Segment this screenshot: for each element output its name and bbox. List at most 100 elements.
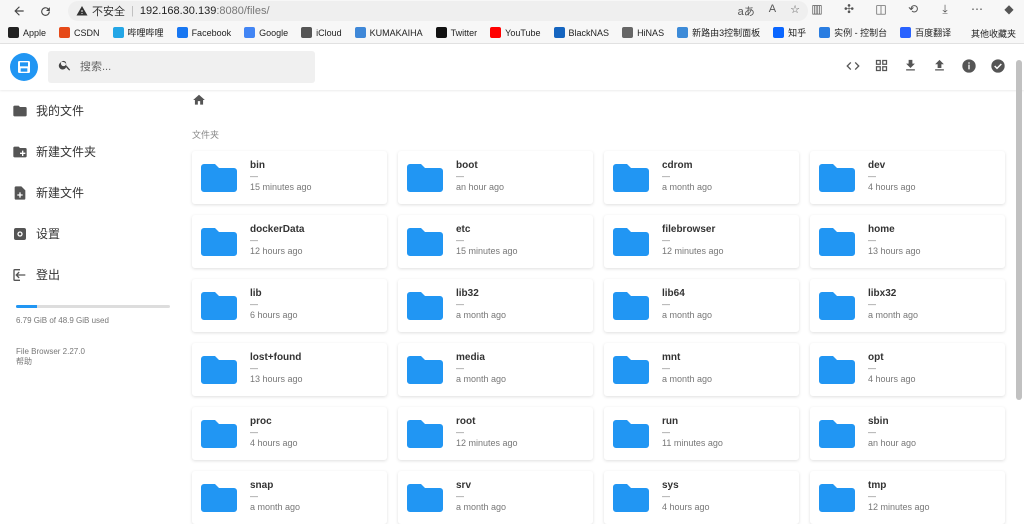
folder-card[interactable]: srv — a month ago xyxy=(398,471,593,524)
bookmark-item[interactable]: BlackNAS xyxy=(553,27,609,38)
refresh-icon[interactable] xyxy=(32,1,58,21)
bookmark-item[interactable]: KUMAKAIHA xyxy=(354,27,423,38)
bookmark-item[interactable]: Google xyxy=(244,27,288,38)
folder-card[interactable]: dev —4 hours ago xyxy=(810,151,1005,204)
folder-card[interactable]: sys —4 hours ago xyxy=(604,471,799,524)
search-box[interactable] xyxy=(48,51,315,83)
breadcrumb xyxy=(192,90,1008,114)
folder-icon xyxy=(819,418,855,448)
folder-size: — xyxy=(456,172,464,181)
downloads-icon[interactable]: ⤓ xyxy=(936,2,954,17)
bookmark-item[interactable]: Facebook xyxy=(176,27,231,38)
scrollbar-thumb[interactable] xyxy=(1016,60,1022,400)
folder-size: — xyxy=(662,236,670,245)
folder-card[interactable]: dockerData —12 hours ago xyxy=(192,215,387,268)
code-view-icon[interactable] xyxy=(844,57,861,74)
sidebar-item-new-folder[interactable]: 新建文件夹 xyxy=(0,131,182,172)
info-icon[interactable] xyxy=(960,57,977,74)
sidebar-item-settings[interactable]: 设置 xyxy=(0,213,182,254)
sidebar-item-logout[interactable]: 登出 xyxy=(0,254,182,295)
folder-card[interactable]: bin —15 minutes ago xyxy=(192,151,387,204)
folder-icon xyxy=(613,418,649,448)
download-icon[interactable] xyxy=(902,57,919,74)
folder-size: — xyxy=(868,364,876,373)
bookmark-item[interactable]: 新路由3控制面板 xyxy=(677,26,760,39)
folder-card[interactable]: opt —4 hours ago xyxy=(810,343,1005,396)
bookmark-item[interactable]: Twitter xyxy=(435,27,477,38)
folder-card[interactable]: cdrom — a month ago xyxy=(604,151,799,204)
folder-card[interactable]: snap — a month ago xyxy=(192,471,387,524)
folder-modified: 11 minutes ago xyxy=(662,438,723,448)
sidebar-item-label: 新建文件 xyxy=(36,186,85,200)
folder-card[interactable]: lib32— a month ago xyxy=(398,279,593,332)
folder-card[interactable]: root —12 minutes ago xyxy=(398,407,593,460)
bookmark-item[interactable]: HiNAS xyxy=(622,27,664,38)
settings-icon xyxy=(12,226,28,242)
folder-card[interactable]: proc —4 hours ago xyxy=(192,407,387,460)
folder-card[interactable]: media — a month ago xyxy=(398,343,593,396)
upload-icon[interactable] xyxy=(931,57,948,74)
folder-card[interactable]: lib —6 hours ago xyxy=(192,279,387,332)
favorite-star-icon[interactable]: ☆ xyxy=(790,3,800,19)
folder-icon xyxy=(12,103,28,119)
history-icon[interactable]: ⟲ xyxy=(904,2,922,17)
folder-card[interactable]: sbin — an hour ago xyxy=(810,407,1005,460)
search-input[interactable] xyxy=(80,61,280,73)
folder-card[interactable]: boot — an hour ago xyxy=(398,151,593,204)
select-all-icon[interactable] xyxy=(989,57,1006,74)
google-icon xyxy=(244,27,256,38)
folder-card[interactable]: filebrowser —12 minutes ago xyxy=(604,215,799,268)
folder-name: sys xyxy=(662,480,679,491)
folder-size: — xyxy=(250,300,258,309)
folder-card[interactable]: lib64— a month ago xyxy=(604,279,799,332)
grid-view-icon[interactable] xyxy=(873,57,890,74)
split-screen-icon[interactable]: ▥ xyxy=(808,2,826,17)
folder-name: lib xyxy=(250,288,262,299)
folder-card[interactable]: tmp —12 minutes ago xyxy=(810,471,1005,524)
bookmark-item[interactable]: CSDN xyxy=(59,27,100,38)
folder-card[interactable]: lost+found —13 hours ago xyxy=(192,343,387,396)
more-options-icon[interactable]: ⋯ xyxy=(968,2,986,17)
bookmark-item[interactable]: iCloud xyxy=(301,27,342,38)
address-bar[interactable]: 不安全 | 192.168.30.139:8080/files/ aあ A ☆ xyxy=(68,1,808,21)
text-size-icon[interactable]: A xyxy=(769,3,776,19)
sidebar-toggle-icon[interactable]: ◫ xyxy=(872,2,890,17)
folder-card[interactable]: home —13 hours ago xyxy=(810,215,1005,268)
file-browser-logo-icon[interactable] xyxy=(10,53,38,81)
home-icon[interactable] xyxy=(192,93,206,112)
new-folder-icon xyxy=(12,144,28,160)
youtube-icon xyxy=(490,27,502,38)
folder-size: — xyxy=(456,492,464,501)
folder-card[interactable]: run —11 minutes ago xyxy=(604,407,799,460)
bookmark-item[interactable]: 知乎 xyxy=(773,26,806,39)
bookmark-item[interactable]: 哔哩哔哩 xyxy=(112,26,164,39)
bookmark-label: KUMAKAIHA xyxy=(369,27,423,38)
sidebar-item-my-files[interactable]: 我的文件 xyxy=(0,90,182,131)
folder-card[interactable]: libx32— a month ago xyxy=(810,279,1005,332)
version-label: File Browser 2.27.0 xyxy=(16,347,85,356)
folder-icon xyxy=(201,418,237,448)
folder-card[interactable]: etc —15 minutes ago xyxy=(398,215,593,268)
bookmark-item[interactable]: YouTube xyxy=(490,27,541,38)
help-link[interactable]: 帮助 xyxy=(16,357,85,367)
bookmark-item[interactable]: 实例 - 控制台 xyxy=(819,26,887,39)
folder-card[interactable]: mnt — a month ago xyxy=(604,343,799,396)
warning-icon xyxy=(76,5,88,17)
sidebar-item-new-file[interactable]: 新建文件 xyxy=(0,172,182,213)
twitter-icon xyxy=(435,27,447,38)
storage-bar xyxy=(16,305,170,308)
extensions-icon[interactable]: ✣ xyxy=(840,2,858,17)
bookmark-item[interactable]: 百度翻译 xyxy=(900,26,951,39)
folder-icon xyxy=(407,354,443,384)
folder-modified: 15 minutes ago xyxy=(456,246,518,256)
read-aloud-icon[interactable]: aあ xyxy=(738,3,755,19)
back-icon[interactable] xyxy=(6,1,32,21)
copilot-icon[interactable]: ◆ xyxy=(1000,2,1018,17)
other-bookmarks-label: 其他收藏夹 xyxy=(970,29,1016,39)
folder-size: — xyxy=(456,300,464,309)
scrollbar[interactable] xyxy=(1016,56,1022,516)
folder-name: bin xyxy=(250,160,265,171)
bookmark-item[interactable]: Apple xyxy=(8,27,46,38)
folder-name: libx32 xyxy=(868,288,897,299)
other-bookmarks[interactable]: 其他收藏夹 xyxy=(971,27,1016,40)
